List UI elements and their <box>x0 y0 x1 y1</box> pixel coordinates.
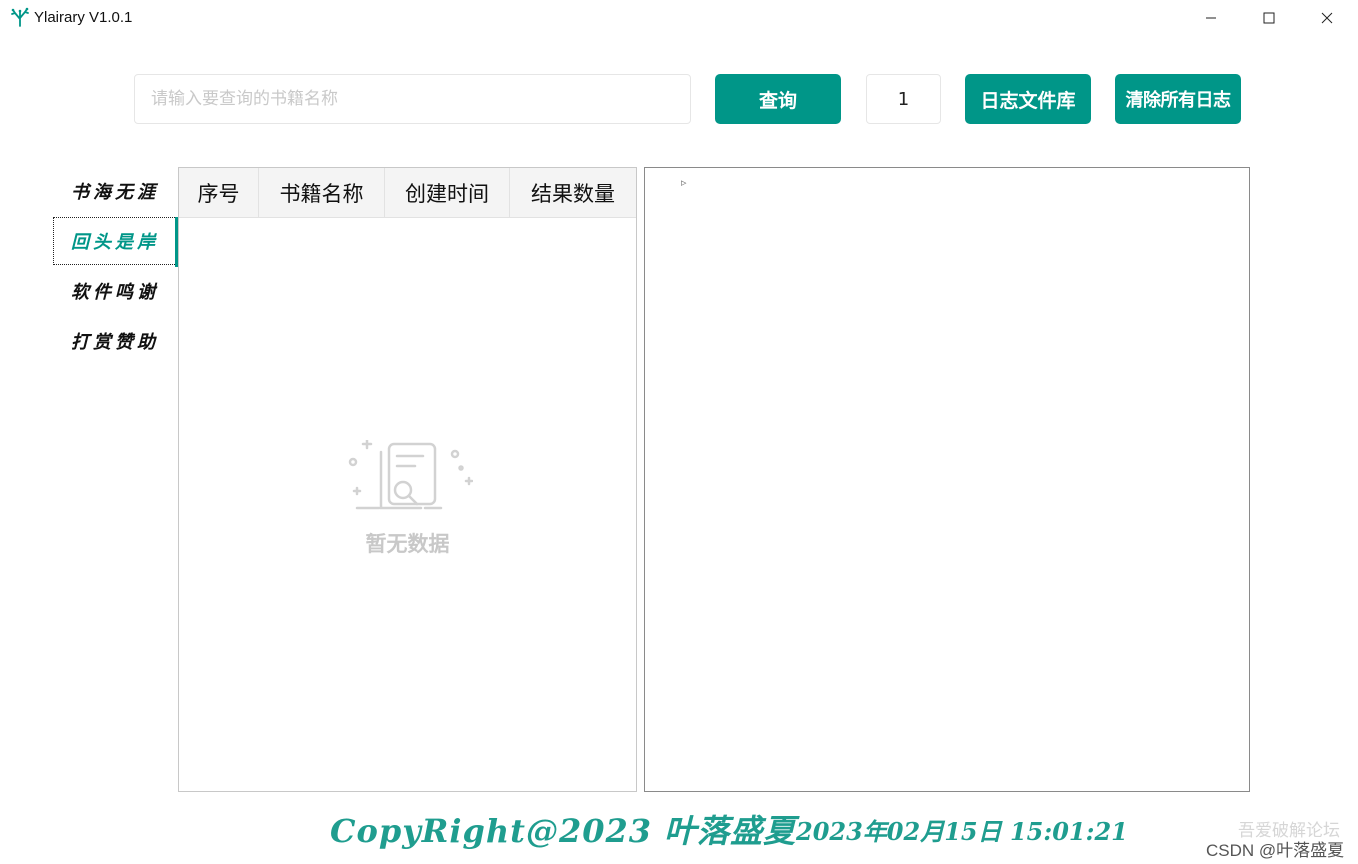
column-header-created-time[interactable]: 创建时间 <box>385 168 510 218</box>
window-title: Ylairary V1.0.1 <box>34 9 133 26</box>
query-button[interactable]: 查询 <box>715 74 841 124</box>
maximize-icon <box>1263 12 1275 24</box>
log-library-button[interactable]: 日志文件库 <box>965 74 1091 124</box>
book-search-input[interactable] <box>134 74 691 124</box>
close-icon <box>1321 12 1333 24</box>
page-number-field[interactable] <box>866 74 941 124</box>
clear-all-logs-button[interactable]: 清除所有日志 <box>1115 74 1241 124</box>
current-datetime: 2023年02月15日 15:01:21 <box>796 817 1128 846</box>
copyright-text: CopyRight@2023 叶落盛夏 <box>330 812 797 850</box>
table-header: 序号 书籍名称 创建时间 结果数量 <box>179 168 636 218</box>
results-table: 序号 书籍名称 创建时间 结果数量 暂无数据 <box>178 167 637 792</box>
minimize-button[interactable] <box>1182 0 1240 36</box>
nav-item-label: 软件鸣谢 <box>71 282 159 303</box>
title-bar: Ylairary V1.0.1 <box>0 0 1358 36</box>
empty-document-search-icon <box>348 440 473 510</box>
csdn-watermark: CSDN @叶落盛夏 <box>1206 841 1345 860</box>
nav-item-turn-back[interactable]: 回头是岸 <box>53 217 177 265</box>
tree-logo-icon <box>11 7 29 27</box>
column-header-book-name[interactable]: 书籍名称 <box>259 168 385 218</box>
minimize-icon <box>1206 17 1216 19</box>
nav-item-label: 回头是岸 <box>71 232 159 253</box>
empty-state-text: 暂无数据 <box>365 531 450 556</box>
column-header-index[interactable]: 序号 <box>179 168 259 218</box>
nav-item-credits[interactable]: 软件鸣谢 <box>53 267 177 315</box>
nav-item-book-sea[interactable]: 书海无涯 <box>53 167 177 215</box>
close-button[interactable] <box>1298 0 1356 36</box>
nav-item-label: 打赏赞助 <box>71 332 159 353</box>
log-panel[interactable]: ▹ <box>644 167 1250 792</box>
tree-expand-icon[interactable]: ▹ <box>681 176 687 189</box>
nav-item-label: 书海无涯 <box>71 182 159 203</box>
maximize-button[interactable] <box>1240 0 1298 36</box>
nav-item-donate[interactable]: 打赏赞助 <box>53 317 177 365</box>
column-header-result-count[interactable]: 结果数量 <box>510 168 636 218</box>
